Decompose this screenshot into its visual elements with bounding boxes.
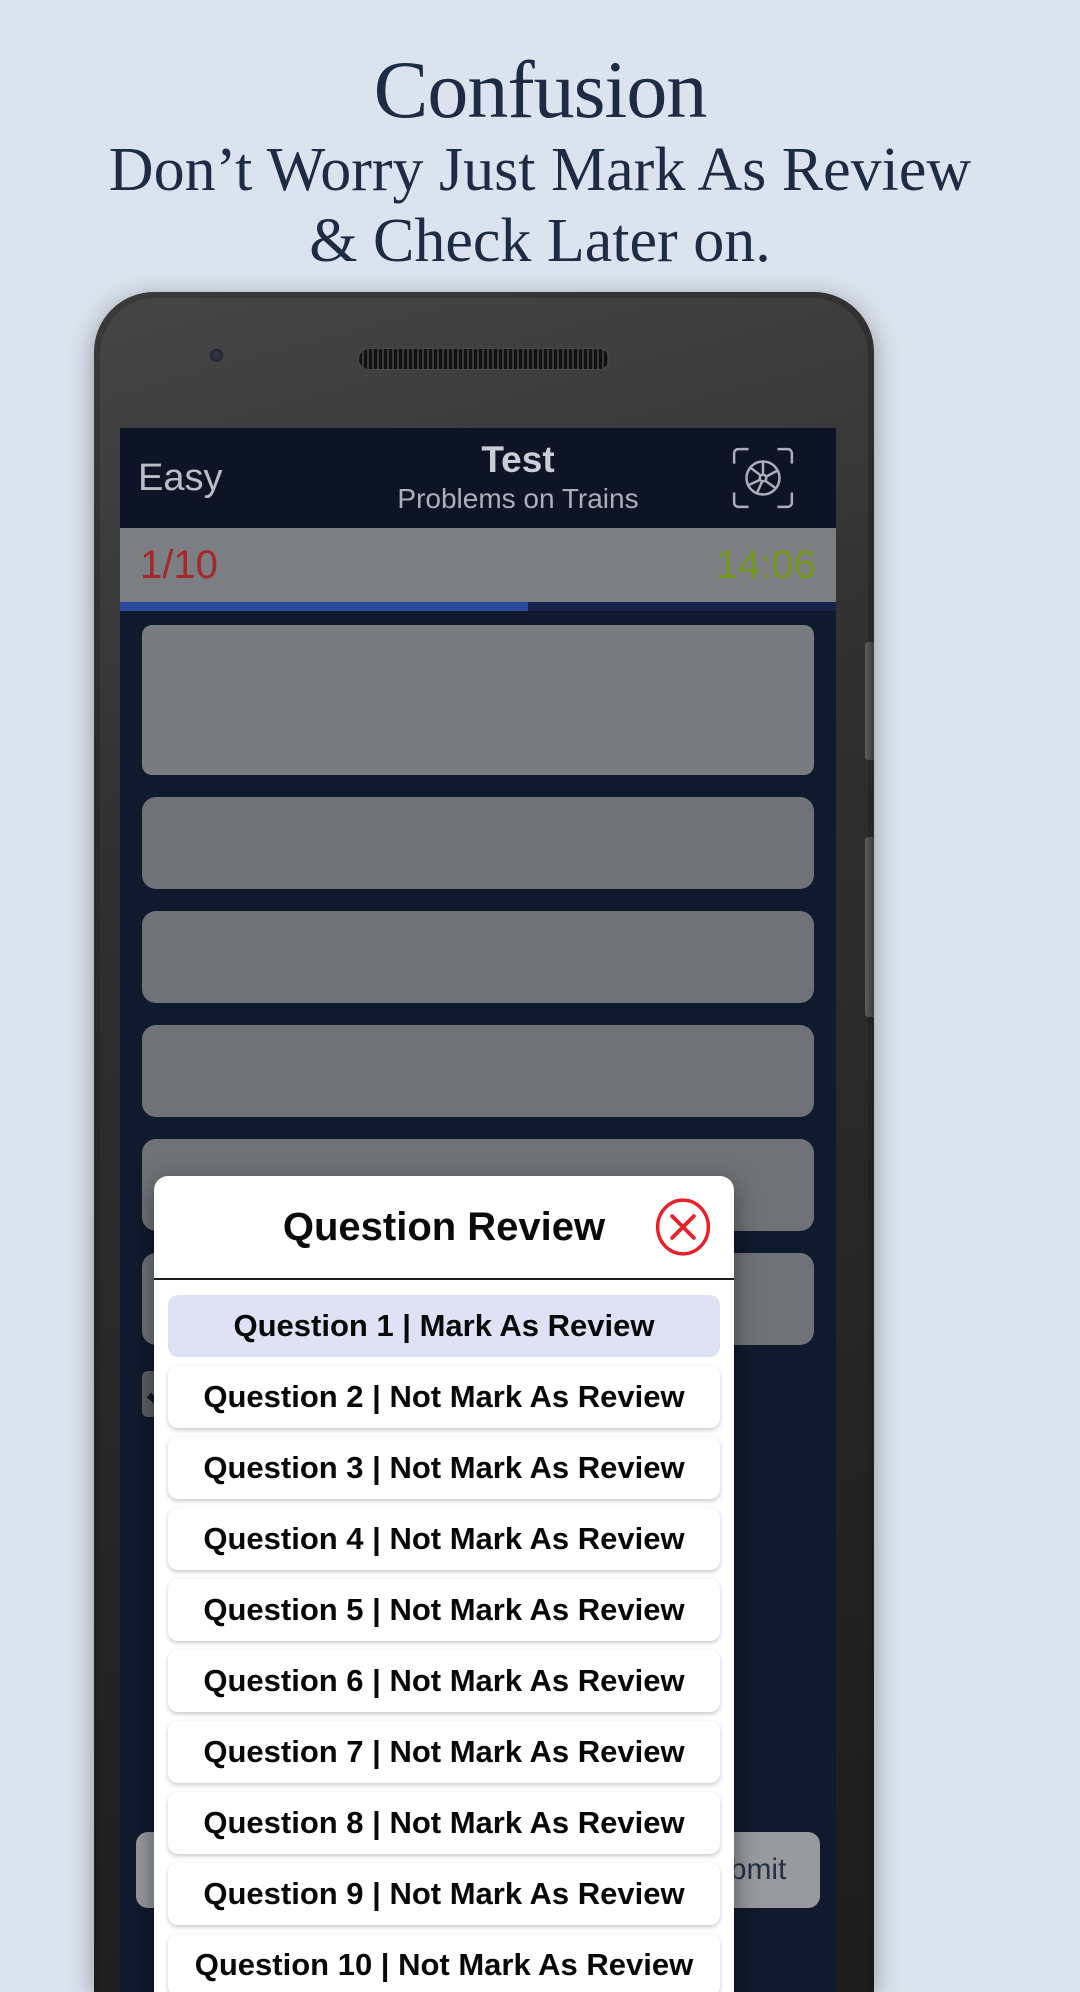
promo-subtitle-line-1: Don’t Worry Just Mark As Review [108,135,972,204]
promo-heading-block: Confusion Don’t Worry Just Mark As Revie… [0,0,1080,275]
phone-device-frame: Easy Test Problems on Trains 1/10 14:06 … [94,292,874,1992]
front-camera-icon [210,349,223,362]
test-subtitle: Problems on Trains [397,483,639,515]
question-review-item[interactable]: Question 6 | Not Mark As Review [168,1650,720,1712]
question-review-item[interactable]: Question 1 | Mark As Review [168,1295,720,1357]
app-bar-titles: Test Problems on Trains [328,440,708,516]
phone-screen: Easy Test Problems on Trains 1/10 14:06 … [120,428,836,1992]
question-review-item[interactable]: Question 5 | Not Mark As Review [168,1579,720,1641]
question-review-item[interactable]: Question 2 | Not Mark As Review [168,1366,720,1428]
question-review-item[interactable]: Question 7 | Not Mark As Review [168,1721,720,1783]
question-review-item[interactable]: Question 3 | Not Mark As Review [168,1437,720,1499]
answer-option[interactable] [142,911,814,1003]
power-button[interactable] [865,837,874,1017]
progress-bar [120,602,836,611]
question-review-item[interactable]: Question 4 | Not Mark As Review [168,1508,720,1570]
question-review-item[interactable]: Question 9 | Not Mark As Review [168,1863,720,1925]
close-circle-icon[interactable] [654,1198,712,1256]
answer-option[interactable] [142,797,814,889]
scan-button[interactable] [708,445,818,511]
earpiece-speaker [358,348,610,370]
question-review-list: Question 1 | Mark As Review Question 2 | … [154,1280,734,1992]
page-title: Confusion [373,44,708,135]
app-bar: Easy Test Problems on Trains [120,428,836,528]
difficulty-label: Easy [138,456,223,499]
answer-option[interactable] [142,1025,814,1117]
question-counter: 1/10 [140,542,218,587]
camera-aperture-scan-icon [732,447,794,509]
promo-subtitle-line-2: & Check Later on. [309,207,771,276]
test-title: Test [481,439,555,481]
dialog-title: Question Review [282,1204,606,1249]
dialog-header: Question Review [154,1176,734,1280]
volume-button[interactable] [865,642,874,760]
question-review-item[interactable]: Question 10 | Not Mark As Review [168,1934,720,1992]
progress-bar-fill [120,602,529,611]
question-text [142,625,814,775]
question-review-item[interactable]: Question 8 | Not Mark As Review [168,1792,720,1854]
timer-display: 14:06 [715,542,816,587]
question-review-dialog: Question Review Question 1 | Mark As Rev… [154,1176,734,1992]
status-strip: 1/10 14:06 [120,528,836,602]
